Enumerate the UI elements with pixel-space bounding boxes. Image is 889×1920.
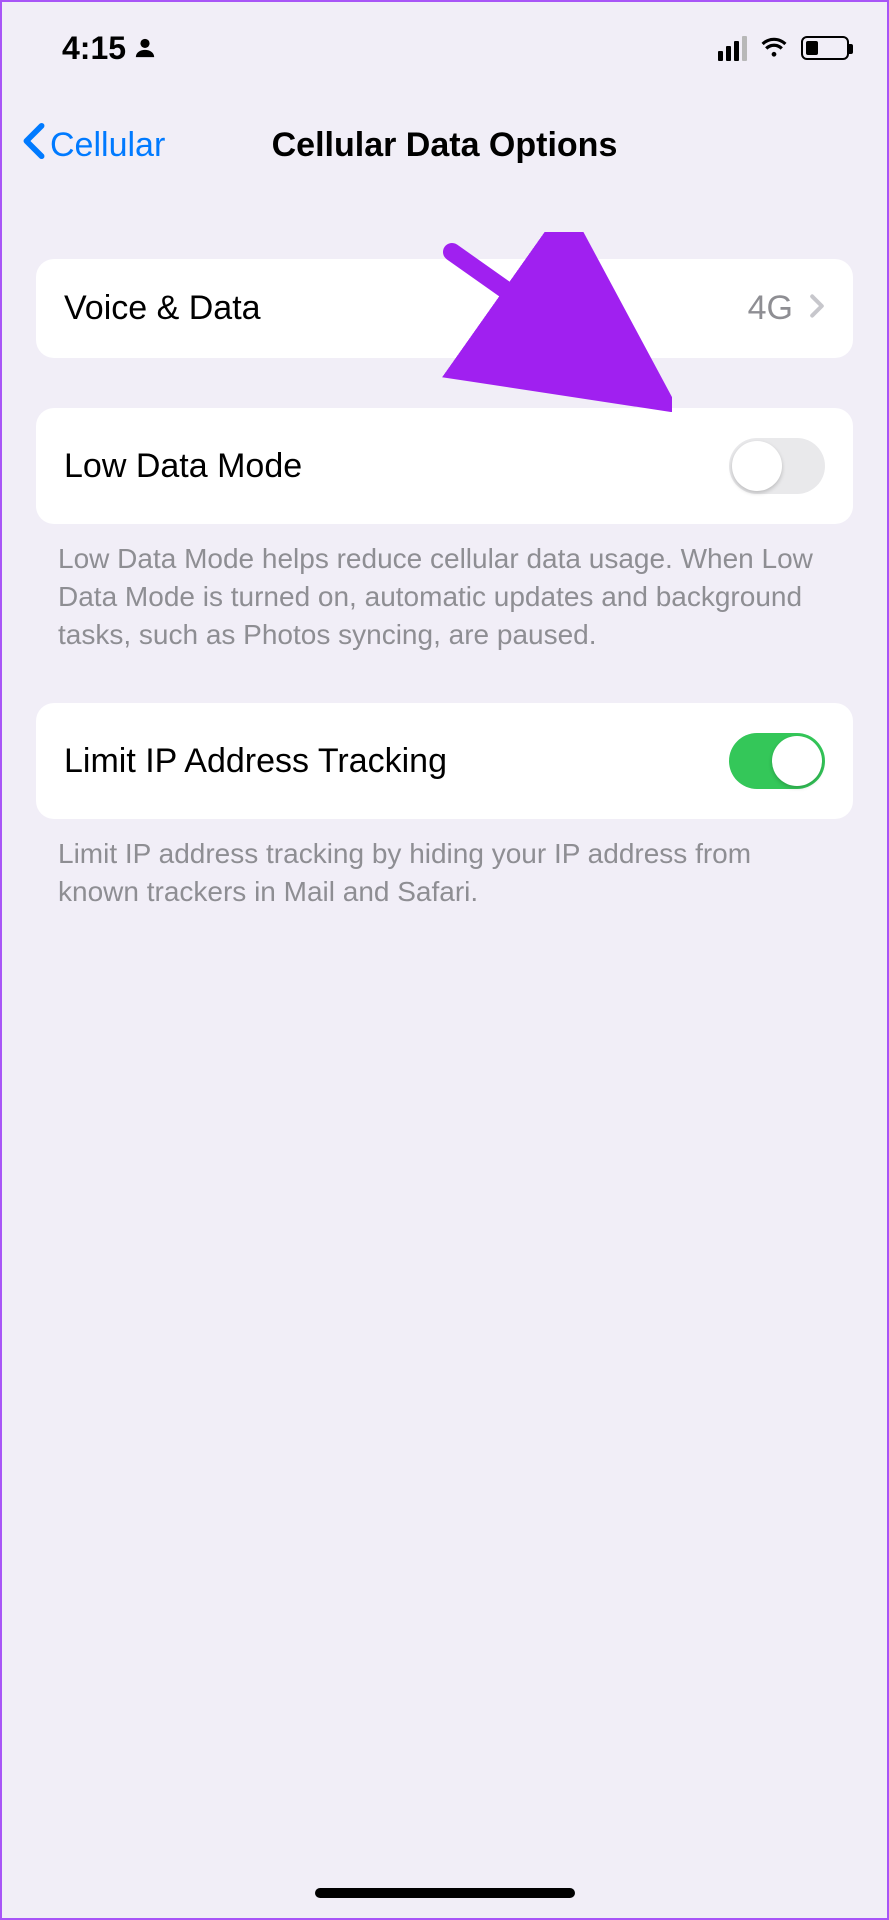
nav-header: Cellular Cellular Data Options [2, 82, 887, 189]
voice-data-cell[interactable]: Voice & Data 4G [36, 259, 853, 358]
voice-data-value: 4G [748, 289, 793, 328]
battery-icon [801, 36, 849, 60]
cellular-signal-icon [718, 36, 747, 61]
status-bar: 4:15 [2, 2, 887, 82]
settings-content: Voice & Data 4G Low Data Mode Low Data M… [2, 189, 887, 911]
page-title: Cellular Data Options [272, 126, 618, 165]
low-data-group: Low Data Mode Low Data Mode helps reduce… [36, 408, 853, 653]
limit-ip-footer: Limit IP address tracking by hiding your… [36, 819, 853, 911]
voice-data-group: Voice & Data 4G [36, 259, 853, 358]
status-right [718, 31, 849, 66]
back-label: Cellular [50, 126, 165, 165]
limit-ip-toggle[interactable] [729, 733, 825, 789]
limit-ip-group: Limit IP Address Tracking Limit IP addre… [36, 703, 853, 911]
low-data-label: Low Data Mode [64, 447, 302, 486]
person-icon [134, 30, 156, 67]
back-button[interactable]: Cellular [22, 122, 165, 169]
chevron-left-icon [22, 122, 46, 169]
low-data-toggle[interactable] [729, 438, 825, 494]
limit-ip-label: Limit IP Address Tracking [64, 742, 447, 781]
status-left: 4:15 [62, 30, 156, 67]
voice-data-label: Voice & Data [64, 289, 261, 328]
low-data-footer: Low Data Mode helps reduce cellular data… [36, 524, 853, 653]
home-indicator[interactable] [315, 1888, 575, 1898]
status-time: 4:15 [62, 30, 126, 67]
wifi-icon [759, 31, 789, 66]
limit-ip-cell: Limit IP Address Tracking [36, 703, 853, 819]
low-data-cell: Low Data Mode [36, 408, 853, 524]
chevron-right-icon [809, 289, 825, 328]
